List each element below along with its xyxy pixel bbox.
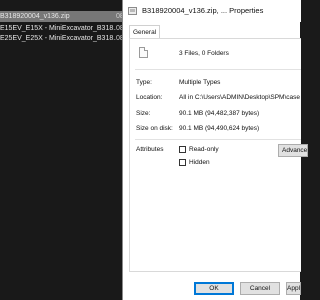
file-row-e25[interactable]: E25EV_E25X - MiniExcavator_B318... 08 [0,33,130,44]
advanced-button[interactable]: Advanced... [278,144,308,157]
dialog-title: B318920004_v136.zip, ... Properties [142,6,264,15]
divider [135,139,301,140]
location-value: All in C:\Users\ADMIN\Desktop\SPM\case c [179,94,301,101]
properties-window-icon [128,7,137,15]
size-on-disk-label: Size on disk: [136,125,173,132]
size-label: Size: [136,110,151,117]
size-value: 90.1 MB (94,482,387 bytes) [179,110,260,117]
file-name: E25EV_E25X - MiniExcavator_B318... [0,35,116,42]
file-name: B318920004_v136.zip [0,13,70,20]
size-on-disk-value: 90.1 MB (94,490,624 bytes) [179,125,260,132]
multiple-files-icon [139,47,148,58]
dialog-titlebar[interactable]: B318920004_v136.zip, ... Properties [123,0,301,22]
read-only-label[interactable]: Read-only [189,146,219,153]
file-count-summary: 3 Files, 0 Folders [179,50,229,57]
file-list-pane: B318920004_v136.zip 08 E15EV_E15X - Mini… [0,0,130,300]
location-label: Location: [136,94,163,101]
type-value: Multiple Types [179,79,221,86]
divider [135,69,301,70]
general-tab-panel [129,38,301,272]
file-row-zip[interactable]: B318920004_v136.zip 08 [0,11,130,22]
tab-general[interactable]: General [129,25,161,39]
type-label: Type: [136,79,152,86]
hidden-label[interactable]: Hidden [189,159,210,166]
attributes-label: Attributes [136,146,164,153]
apply-button[interactable]: Apply [286,282,301,295]
read-only-checkbox[interactable] [179,146,186,153]
cancel-button[interactable]: Cancel [240,282,280,295]
hidden-checkbox[interactable] [179,159,186,166]
tab-strip: General [129,25,299,39]
ok-button[interactable]: OK [194,282,234,295]
properties-dialog: B318920004_v136.zip, ... Properties Gene… [122,0,308,300]
